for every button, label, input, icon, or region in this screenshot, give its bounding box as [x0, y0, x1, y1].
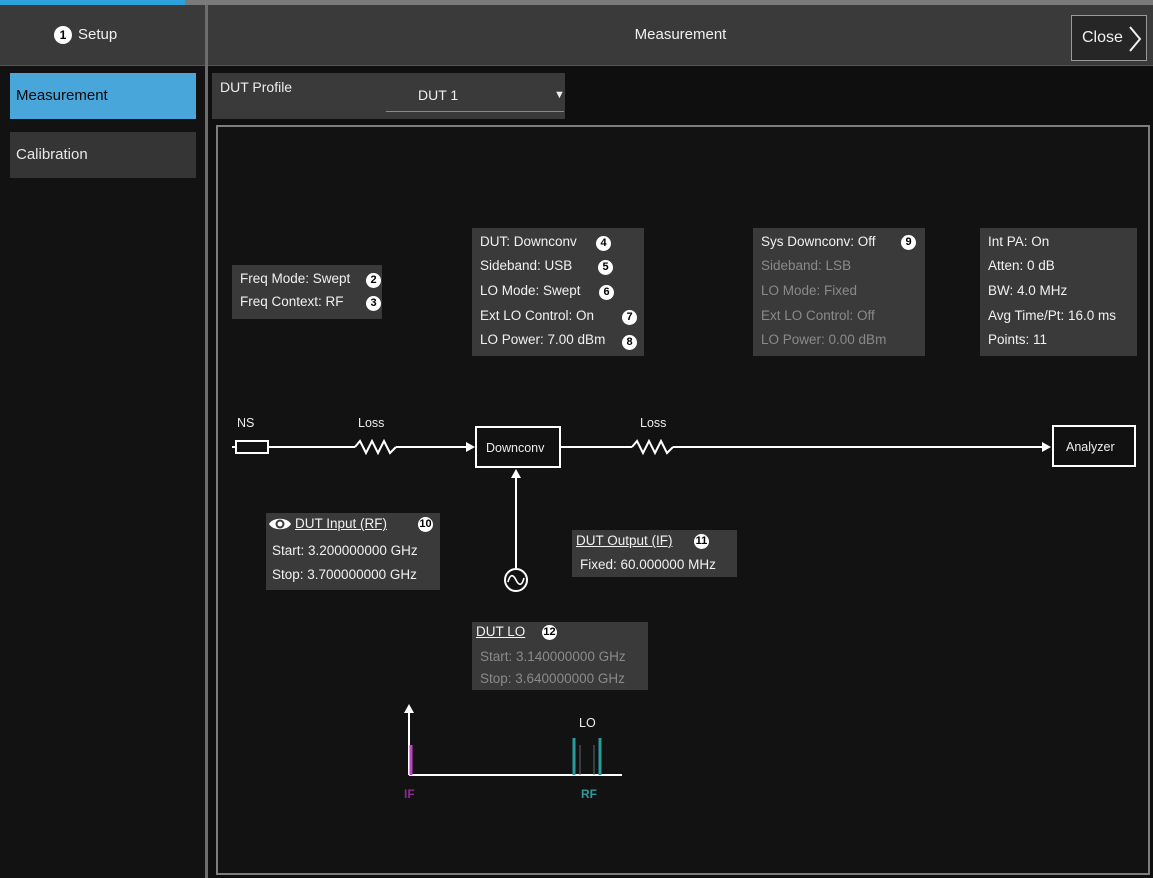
lo-label: LO: [579, 716, 596, 730]
arrow-right-icon: [1042, 442, 1051, 452]
rf-label: RF: [581, 787, 597, 801]
dut-lo-start: Start: 3.140000000 GHz: [480, 649, 626, 664]
dut-lo-stop: Stop: 3.640000000 GHz: [480, 671, 625, 686]
step-badge: 10: [418, 517, 433, 532]
signal-path-diagram: NS Loss Downconv Loss Analyzer LO IF RF: [232, 416, 1136, 801]
loss-1-icon[interactable]: [354, 438, 397, 456]
arrow-up-icon: [404, 704, 414, 713]
loss-2-icon[interactable]: [631, 438, 674, 456]
step-badge: 11: [694, 534, 709, 549]
arrow-up-icon: [511, 469, 521, 478]
loss-1-label: Loss: [358, 416, 384, 430]
spectrum-preview: LO IF RF: [404, 704, 622, 801]
step-badge: 12: [542, 625, 557, 640]
eye-icon[interactable]: [268, 516, 292, 532]
loss-2-label: Loss: [640, 416, 666, 430]
ns-label: NS: [237, 416, 254, 430]
dut-input-stop: Stop: 3.700000000 GHz: [272, 567, 417, 582]
lo-oscillator-icon[interactable]: [504, 568, 528, 592]
dut-output-box[interactable]: DUT Output (IF) 11 Fixed: 60.000000 MHz: [572, 530, 737, 577]
arrow-right-icon: [466, 442, 475, 452]
dut-input-box[interactable]: DUT Input (RF) 10 Start: 3.200000000 GHz…: [266, 513, 440, 590]
dut-lo-title[interactable]: DUT LO: [476, 624, 525, 639]
dut-input-start: Start: 3.200000000 GHz: [272, 543, 418, 558]
if-label: IF: [404, 787, 415, 801]
downconv-label: Downconv: [486, 441, 545, 455]
dut-output-title[interactable]: DUT Output (IF): [576, 533, 673, 548]
analyzer-label: Analyzer: [1066, 440, 1115, 454]
noise-source-icon[interactable]: [232, 440, 269, 454]
dut-lo-box[interactable]: DUT LO 12 Start: 3.140000000 GHz Stop: 3…: [472, 622, 648, 690]
dut-input-title[interactable]: DUT Input (RF): [295, 516, 387, 531]
dut-output-fixed: Fixed: 60.000000 MHz: [580, 557, 716, 572]
